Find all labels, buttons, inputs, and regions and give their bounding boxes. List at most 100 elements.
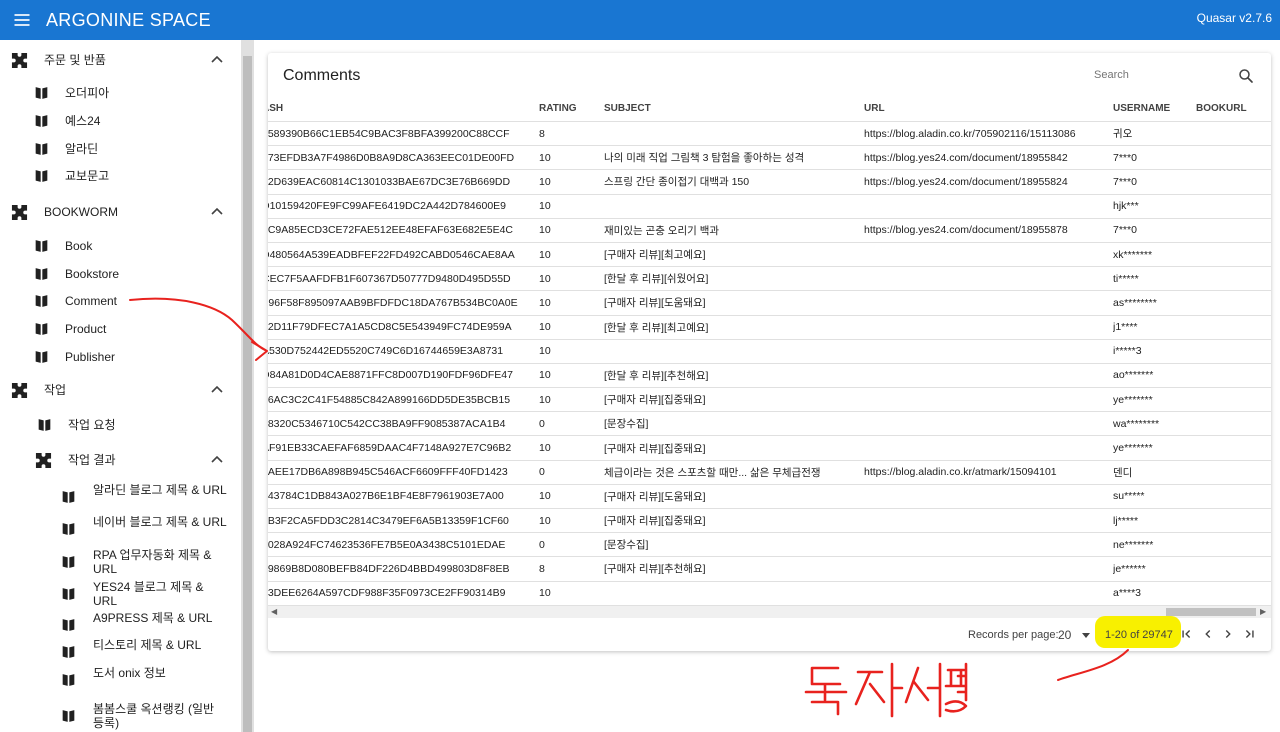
table-row[interactable]: 7028A924FC74623536FE7B5E0A3438C5101EDAE 0… bbox=[268, 533, 1271, 558]
cell-hash: 3589390B66C1EB54C9BAC3F8BFA399200C88CCF bbox=[268, 122, 536, 145]
nav-item[interactable]: 알라딘 블로그 제목 & URL bbox=[0, 483, 240, 509]
sidebar-scrollbar[interactable] bbox=[241, 40, 254, 732]
scroll-right-icon[interactable]: ▶ bbox=[1260, 608, 1268, 616]
cell-subject: [한달 후 리뷰][쉬웠어요] bbox=[604, 273, 709, 286]
cell-hash: 5C9A85ECD3CE72FAE512EE48EFAF63E682E5E4C bbox=[268, 219, 536, 242]
nav-group-order-return[interactable]: 주문 및 반품 bbox=[0, 48, 240, 72]
table-row[interactable]: F96F58F895097AAB9BFDFDC18DA767B534BC0A0E… bbox=[268, 291, 1271, 316]
nav-item[interactable]: 예스24 bbox=[0, 109, 240, 133]
table-row[interactable]: 22D11F79DFEC7A1A5CD8C5E543949FC74DE959A 1… bbox=[268, 316, 1271, 340]
table-row[interactable]: 59869B8D080BEFB84DF226D4BBD499803D8F8EB 8… bbox=[268, 557, 1271, 582]
cell-subject: 나의 미래 직업 그림책 3 탐험을 좋아하는 성격 bbox=[604, 152, 805, 165]
column-header-subject[interactable]: SUBJECT bbox=[604, 95, 859, 121]
menu-icon[interactable] bbox=[2, 0, 42, 40]
scroll-left-icon[interactable]: ◀ bbox=[271, 608, 279, 616]
nav-item[interactable]: Publisher bbox=[0, 345, 240, 369]
chevron-up-icon[interactable] bbox=[210, 205, 224, 219]
nav-label: 알라딘 bbox=[65, 142, 99, 156]
nav-item[interactable]: Bookstore bbox=[0, 262, 240, 286]
search-input[interactable]: Search bbox=[1094, 69, 1129, 81]
table-row[interactable]: 26AC3C2C41F54885C842A899166DD5DE35BCB15 1… bbox=[268, 388, 1271, 413]
nav-item[interactable]: 봄봄스쿨 옥션랭킹 (일반 등록) bbox=[0, 702, 240, 730]
table-row[interactable]: 5C9A85ECD3CE72FAE512EE48EFAF63E682E5E4C 1… bbox=[268, 219, 1271, 243]
next-page-icon[interactable] bbox=[1221, 627, 1235, 641]
first-page-icon[interactable] bbox=[1180, 627, 1194, 641]
cell-username: wa******** bbox=[1113, 417, 1160, 430]
column-header-rating[interactable]: RATING bbox=[539, 95, 599, 121]
column-header-bookurl[interactable]: BOOKURL bbox=[1196, 95, 1266, 121]
table-row[interactable]: CEC7F5AAFDFB1F607367D50777D9480D495D55D 1… bbox=[268, 267, 1271, 292]
nav-item-task-request[interactable]: 작업 요청 bbox=[0, 413, 240, 437]
nav-item[interactable]: 알라딘 bbox=[0, 137, 240, 161]
nav-item[interactable]: 교보문고 bbox=[0, 164, 240, 188]
table-row[interactable]: 743784C1DB843A027B6E1BF4E8F7961903E7A00 1… bbox=[268, 485, 1271, 509]
sidebar: 주문 및 반품오더피아예스24 알라딘교보문고 BOOKWORM Book Bookst… bbox=[0, 40, 240, 732]
nav-item[interactable]: 티스토리 제목 & URL bbox=[0, 638, 240, 664]
table-row[interactable]: AF91EB33CAEFAF6859DAAC4F7148A927E7C96B2 1… bbox=[268, 436, 1271, 461]
nav-group-task[interactable]: 작업 bbox=[0, 378, 240, 402]
table-row[interactable]: 23DEE6264A597CDF988F35F0973CE2FF90314B9 1… bbox=[268, 582, 1271, 606]
cell-hash: D84A81D0D4CAE8871FFC8D007D190FDF96DFE47 bbox=[268, 364, 536, 387]
cell-rating: 0 bbox=[539, 466, 545, 479]
cell-url bbox=[864, 582, 1109, 605]
cell-subject: [구매자 리뷰][추천해요] bbox=[604, 563, 706, 576]
nav-item[interactable]: Product bbox=[0, 317, 240, 341]
column-header-url[interactable]: URL bbox=[864, 95, 1109, 121]
cell-text: 5C9A85ECD3CE72FAE512EE48EFAF63E682E5E4C bbox=[268, 224, 513, 237]
scrollbar-thumb[interactable] bbox=[1166, 608, 1256, 616]
table-row[interactable]: 12D639EAC60814C1301033BAE67DC3E76B669DD 1… bbox=[268, 170, 1271, 195]
book-icon bbox=[32, 348, 50, 366]
table-row[interactable]: D480564A539EADBFEF22FD492CABD0546CAE8AA 1… bbox=[268, 243, 1271, 268]
nav-group-task-result[interactable]: 작업 결과 bbox=[0, 448, 240, 472]
cell-rating: 10 bbox=[539, 514, 551, 527]
book-icon bbox=[59, 585, 77, 603]
cell-bookurl bbox=[1196, 436, 1266, 459]
nav-item[interactable]: RPA 업무자동화 제목 & URL bbox=[0, 548, 240, 576]
table-row[interactable]: D10159420FE9FC99AFE6419DC2A442D784600E9 1… bbox=[268, 195, 1271, 219]
cell-text: D84A81D0D4CAE8871FFC8D007D190FDF96DFE47 bbox=[268, 369, 513, 382]
nav-item[interactable]: Book bbox=[0, 234, 240, 258]
nav-label: RPA 업무자동화 제목 & URL bbox=[93, 548, 212, 576]
comments-table: ASH RATING SUBJECT URL USERNAME BOOKURL … bbox=[268, 95, 1271, 606]
nav-item[interactable]: 도서 onix 정보 bbox=[0, 666, 240, 692]
nav-item[interactable]: A9PRESS 제목 & URL bbox=[0, 611, 240, 637]
cell-text: 23DEE6264A597CDF988F35F0973CE2FF90314B9 bbox=[268, 587, 506, 600]
search-icon[interactable] bbox=[1237, 67, 1255, 85]
cell-subject bbox=[604, 340, 859, 363]
cell-username: 7***0 bbox=[1113, 224, 1137, 237]
column-header-hash[interactable]: ASH bbox=[268, 95, 536, 121]
chevron-up-icon[interactable] bbox=[210, 53, 224, 67]
table-row[interactable]: A530D752442ED5520C749C6D16744659E3A8731 1… bbox=[268, 340, 1271, 364]
cell-text: 3B3F2CA5FDD3C2814C3479EF6A5B13359F1CF60 bbox=[268, 514, 509, 527]
nav-label: Comment bbox=[65, 294, 118, 308]
chevron-up-icon[interactable] bbox=[210, 383, 224, 397]
table-row[interactable]: 9AEE17DB6A898B945C546ACF6609FFF40FD1423 0… bbox=[268, 461, 1271, 485]
table-row[interactable]: 3B3F2CA5FDD3C2814C3479EF6A5B13359F1CF60 1… bbox=[268, 509, 1271, 534]
nav-item[interactable]: YES24 블로그 제목 & URL bbox=[0, 580, 240, 608]
table-row[interactable]: 073EFDB3A7F4986D0B8A9D8CA363EEC01DE00FD 1… bbox=[268, 146, 1271, 171]
dropdown-caret-icon[interactable] bbox=[1082, 633, 1090, 638]
nav-item[interactable]: 네이버 블로그 제목 & URL bbox=[0, 515, 240, 541]
nav-label: BOOKWORM bbox=[44, 205, 118, 219]
cell-subject: [한달 후 리뷰][추천해요] bbox=[604, 369, 709, 382]
book-icon bbox=[35, 416, 53, 434]
scrollbar-thumb[interactable] bbox=[243, 56, 252, 732]
table-row[interactable]: 3589390B66C1EB54C9BAC3F8BFA399200C88CCF 8… bbox=[268, 122, 1271, 147]
cell-bookurl bbox=[1196, 316, 1266, 339]
column-header-username[interactable]: USERNAME bbox=[1113, 95, 1193, 121]
nav-item[interactable]: Comment bbox=[0, 289, 240, 313]
cell-hash: 98320C5346710C542CC38BA9FF9085387ACA1B4 bbox=[268, 412, 536, 435]
chevron-up-icon[interactable] bbox=[210, 453, 224, 467]
table-row[interactable]: 98320C5346710C542CC38BA9FF9085387ACA1B4 0… bbox=[268, 412, 1271, 437]
nav-group-bookworm[interactable]: BOOKWORM bbox=[0, 200, 240, 224]
prev-page-icon[interactable] bbox=[1201, 627, 1215, 641]
nav-label: 네이버 블로그 제목 & URL bbox=[93, 515, 227, 529]
nav-label: 도서 onix 정보 bbox=[93, 666, 166, 680]
nav-label: Book bbox=[65, 239, 93, 253]
cell-rating: 10 bbox=[539, 175, 551, 188]
nav-item[interactable]: 오더피아 bbox=[0, 81, 240, 105]
last-page-icon[interactable] bbox=[1242, 627, 1256, 641]
table-row[interactable]: D84A81D0D4CAE8871FFC8D007D190FDF96DFE47 1… bbox=[268, 364, 1271, 389]
table-footer: Records per page: 20 1-20 of 29747 bbox=[268, 616, 1271, 651]
records-per-page-select[interactable]: 20 bbox=[1058, 628, 1071, 642]
